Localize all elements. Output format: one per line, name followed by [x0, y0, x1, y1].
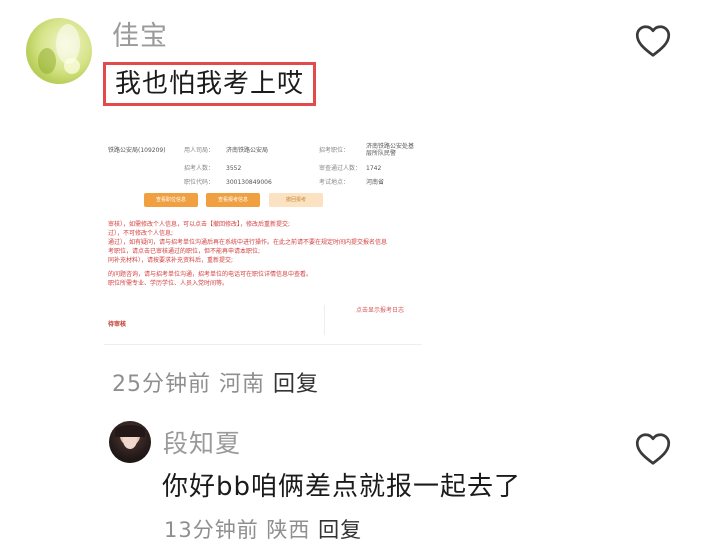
reply-button[interactable]: 回复 — [318, 518, 362, 542]
image-text: 审查通过人数： — [319, 165, 362, 172]
image-text: 济南铁路公安局 — [226, 147, 269, 154]
reply-meta: 13分钟前 陕西 回复 — [164, 514, 362, 544]
view-position-button[interactable]: 查看职位信息 — [144, 193, 198, 207]
image-text: 用人司局： — [184, 147, 215, 154]
image-note: 过），不可修改个人信息; — [108, 230, 174, 237]
image-text: 济南铁路公安处基层所队民警 — [366, 143, 415, 157]
image-note: 通过），如有疑问，请与招考单位沟通后再在系统中进行操作。在此之前请不要在规定时间… — [108, 239, 388, 246]
image-note: 职位所需专业、学历学位、人员入党时间等。 — [108, 280, 229, 287]
comment-location: 河南 — [219, 372, 266, 397]
view-application-button[interactable]: 查看报考信息 — [206, 193, 260, 207]
reply-location: 陕西 — [266, 518, 311, 542]
comment-meta: 25分钟前 河南 回复 — [112, 366, 319, 398]
image-text: 职位代码： — [184, 179, 215, 186]
reply-button[interactable]: 回复 — [273, 372, 319, 397]
image-note: 的问题咨询，请与招考单位沟通，招考单位的电话可在职位详情信息中查看。 — [108, 271, 313, 278]
reply-username[interactable]: 段知夏 — [163, 424, 241, 460]
like-heart-icon[interactable] — [635, 24, 671, 58]
image-text: 3552 — [226, 165, 242, 172]
image-text: 河南省 — [366, 179, 385, 186]
image-text: 招考人数： — [184, 165, 215, 172]
comment-text: 我也怕我考上哎 — [103, 62, 317, 106]
image-text: 招考职位： — [319, 147, 350, 154]
avatar[interactable] — [26, 18, 92, 84]
image-note: 审核），如需修改个人信息，可以点击【撤回修改】，修改后重新提交; — [108, 221, 291, 228]
withdraw-button[interactable]: 撤回报考 — [269, 193, 323, 207]
image-text: 1742 — [366, 165, 382, 172]
image-text: 300130849006 — [226, 179, 272, 186]
image-text: 铁路公安局(109209) — [108, 147, 166, 154]
comment-time: 25分钟前 — [112, 372, 211, 397]
comment-attached-image[interactable]: 铁路公安局(109209) 用人司局： 济南铁路公安局 招考职位： 济南铁路公安… — [104, 127, 422, 345]
comment-username[interactable]: 佳宝 — [112, 14, 168, 53]
avatar[interactable] — [109, 421, 151, 463]
image-log-link[interactable]: 点击显示报考日志 — [356, 307, 404, 314]
image-note: 考职位，请点击已审核通过的职位，但不能再申请本职位; — [108, 248, 261, 255]
reply-time: 13分钟前 — [164, 518, 259, 542]
like-heart-icon[interactable] — [635, 432, 671, 466]
image-status: 待审核 — [108, 321, 127, 328]
reply-text: 你好bb咱俩差点就报一起去了 — [162, 472, 522, 502]
image-text: 考试地点： — [319, 179, 350, 186]
image-note: 同补充材料），请按要求补充资料后，重新提交; — [108, 257, 234, 264]
